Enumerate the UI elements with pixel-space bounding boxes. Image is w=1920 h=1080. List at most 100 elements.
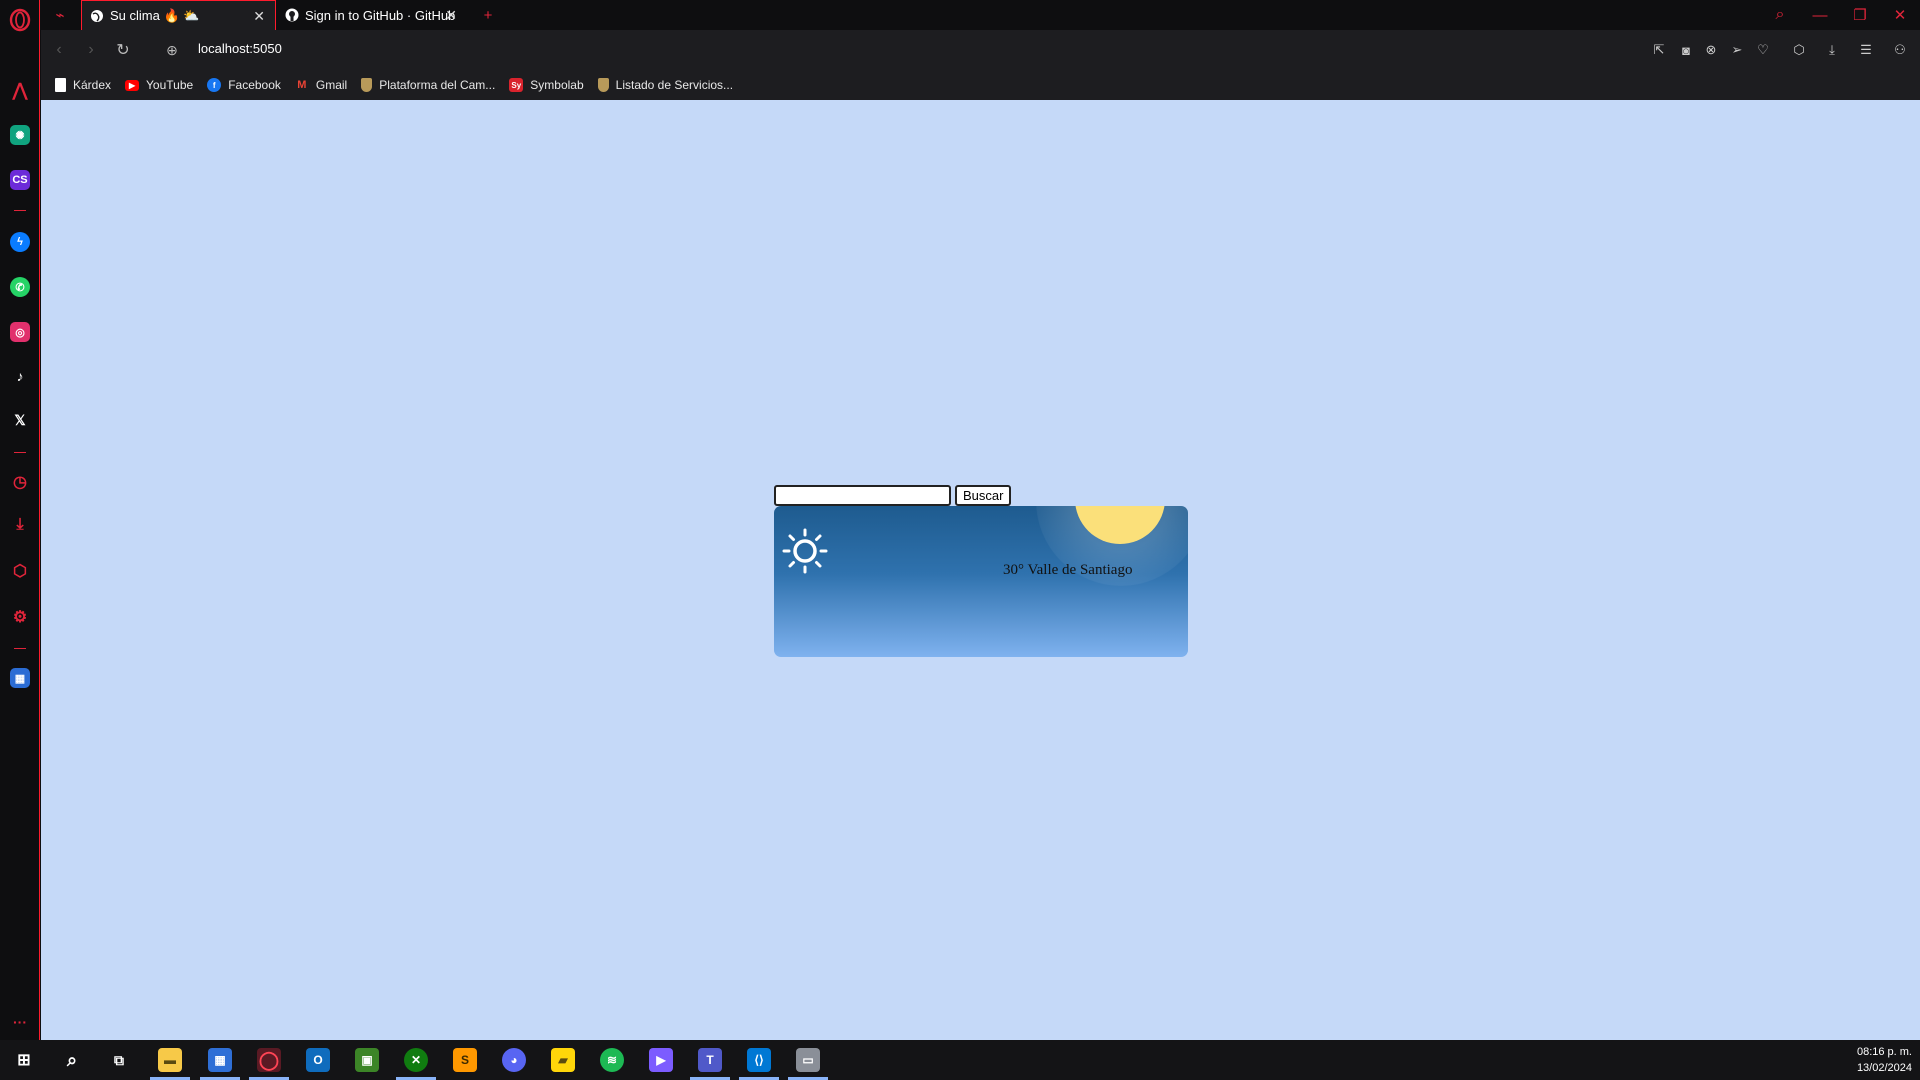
screen: ⋀ ✺ CS ϟ ✆ ◎ ♪ 𝕏 ◷ ⤓ ⬡ ⚙ ▦ ··· ⌁ Su clim… [0,0,1920,1080]
tab-label: Sign in to GitHub · GitHub [305,7,456,23]
whatsapp-icon[interactable]: ✆ [10,277,30,297]
x-twitter-icon[interactable]: 𝕏 [10,410,30,430]
profile-icon[interactable]: ⚇ [1890,40,1910,60]
close-window-icon[interactable]: ✕ [1889,4,1911,26]
site-info-globe-icon[interactable]: ⊕ [162,40,182,60]
tab-label: Su clima 🔥 ⛅ [110,7,200,23]
search-button[interactable]: Buscar [955,485,1012,506]
bookmarks-bar: Kárdex ▶ YouTube f Facebook M Gmail Plat… [41,70,1920,100]
facebook-icon: f [207,78,222,92]
temperature-city-label: 30° Valle de Santiago [1003,562,1133,578]
city-search-input[interactable] [774,485,951,506]
bookmark-listado[interactable]: Listado de Servicios... [597,78,734,92]
bookmark-label: Plataforma del Cam... [379,78,496,92]
sidebar-divider [14,452,26,453]
bookmark-label: Kárdex [73,78,112,92]
search-tabs-icon[interactable]: ⌕ [1769,4,1791,26]
globe-icon [91,9,103,22]
bookmark-gmail[interactable]: M Gmail [295,78,347,92]
workspace-icon[interactable]: ⌁ [49,4,71,26]
downloads-icon[interactable]: ⤓ [10,515,30,535]
clock-time: 08:16 p. m. [1856,1046,1912,1058]
symbolab-icon: Sy [509,78,524,92]
address-bar: ‹ › ↻ ⊕ localhost:5050 ⇱ ◙ ⊗ ➢ ♡ ⬡ ⤓ ☰ ⚇ [41,30,1920,70]
snapshot-camera-icon[interactable]: ◙ [1676,40,1696,60]
share-icon[interactable]: ⇱ [1649,40,1669,60]
github-icon [285,8,299,22]
vscode-icon[interactable]: ⟨⟩ [747,1048,771,1072]
tab-github[interactable]: Sign in to GitHub · GitHub ✕ [277,0,467,30]
instagram-icon[interactable]: ◎ [10,322,30,342]
gmail-icon: M [297,79,307,91]
shield-icon [361,78,373,92]
sublime-text-icon[interactable]: S [453,1048,477,1072]
bookmark-plataforma[interactable]: Plataforma del Cam... [361,78,495,92]
bookmark-kardex[interactable]: Kárdex [55,78,111,92]
bookmark-label: YouTube [146,78,194,92]
bookmark-facebook[interactable]: f Facebook [207,78,281,92]
tab-close-icon[interactable]: ✕ [445,7,457,24]
sidebar-divider [14,648,26,649]
spotify-icon[interactable]: ≋ [600,1048,624,1072]
app-window-icon[interactable]: ▭ [796,1048,820,1072]
bookmark-youtube[interactable]: ▶ YouTube [125,78,193,92]
minimize-icon[interactable]: — [1809,4,1831,26]
reload-icon[interactable]: ↻ [113,40,133,60]
extensions-cube-icon[interactable]: ⬡ [10,561,30,581]
shield-icon [597,78,609,92]
more-options-icon[interactable]: ··· [10,1012,30,1032]
clock-date: 13/02/2024 [1856,1062,1912,1074]
opera-browser-icon[interactable]: ◯ [257,1048,281,1072]
extensions-icon[interactable]: ⬡ [1789,40,1809,60]
task-view-icon[interactable]: ⧉ [107,1048,131,1072]
tab-strip: ⌁ Su clima 🔥 ⛅ ✕ Sign in to GitHub · Git… [41,0,1920,30]
aria-icon[interactable]: ⋀ [10,80,30,100]
bookmark-label: Gmail [315,78,348,92]
download-icon[interactable]: ⤓ [1822,40,1842,60]
tab-close-icon[interactable]: ✕ [253,8,265,25]
file-explorer-icon[interactable]: ▬ [158,1048,182,1072]
tab-su-clima[interactable]: Su clima 🔥 ⛅ ✕ [81,0,276,30]
tiktok-icon[interactable]: ♪ [10,366,30,386]
bookmark-label: Facebook [228,78,281,92]
sticky-notes-icon[interactable]: ▰ [551,1048,575,1072]
discord-icon[interactable]: ◕ [502,1048,526,1072]
sidebar-app-icon[interactable]: ▦ [10,668,30,688]
bookmark-label: Listado de Servicios... [615,78,734,92]
settings-gear-icon[interactable]: ⚙ [10,607,30,627]
microsoft-store-icon[interactable]: ▦ [208,1048,232,1072]
new-tab-button[interactable]: + [477,4,499,26]
page-content: Buscar 30° Valle de Santiago [41,100,1920,1040]
opera-sidebar: ⋀ ✺ CS ϟ ✆ ◎ ♪ 𝕏 ◷ ⤓ ⬡ ⚙ ▦ ··· [0,0,40,1040]
restore-icon[interactable]: ❐ [1849,4,1871,26]
search-form: Buscar [774,485,1012,506]
clipchamp-icon[interactable]: ▶ [649,1048,673,1072]
back-icon[interactable]: ‹ [49,40,69,60]
bookmark-symbolab[interactable]: Sy Symbolab [509,78,584,92]
search-icon[interactable]: ⌕ [60,1048,84,1072]
cs-icon[interactable]: CS [10,170,30,190]
url-field[interactable]: localhost:5050 [198,41,282,56]
teams-icon[interactable]: T [698,1048,722,1072]
windows-taskbar: ⊞ ⌕ ⧉ ▬ ▦ ◯ O ▣ ✕ S ◕ ▰ ≋ ▶ T ⟨⟩ ▭ 08:16… [0,1040,1920,1080]
xbox-icon[interactable]: ✕ [404,1048,428,1072]
bookmark-label: Symbolab [530,78,584,92]
favorite-heart-icon[interactable]: ♡ [1753,40,1773,60]
youtube-icon: ▶ [125,79,140,91]
opera-logo-icon[interactable] [8,8,32,32]
send-icon[interactable]: ➢ [1727,40,1747,60]
windows-start-icon[interactable]: ⊞ [12,1048,36,1072]
history-icon[interactable]: ◷ [10,472,30,492]
forward-icon[interactable]: › [81,40,101,60]
weather-card: 30° Valle de Santiago [774,506,1188,657]
sun-icon [782,528,828,574]
chatgpt-icon[interactable]: ✺ [10,125,30,145]
messenger-icon[interactable]: ϟ [10,232,30,252]
minecraft-icon[interactable]: ▣ [355,1048,379,1072]
sidebar-divider [14,210,26,211]
outlook-icon[interactable]: O [306,1048,330,1072]
system-clock[interactable]: 08:16 p. m. 13/02/2024 [1857,1044,1912,1076]
adblock-icon[interactable]: ⊗ [1701,40,1721,60]
document-icon [55,78,66,92]
easy-setup-menu-icon[interactable]: ☰ [1856,40,1876,60]
